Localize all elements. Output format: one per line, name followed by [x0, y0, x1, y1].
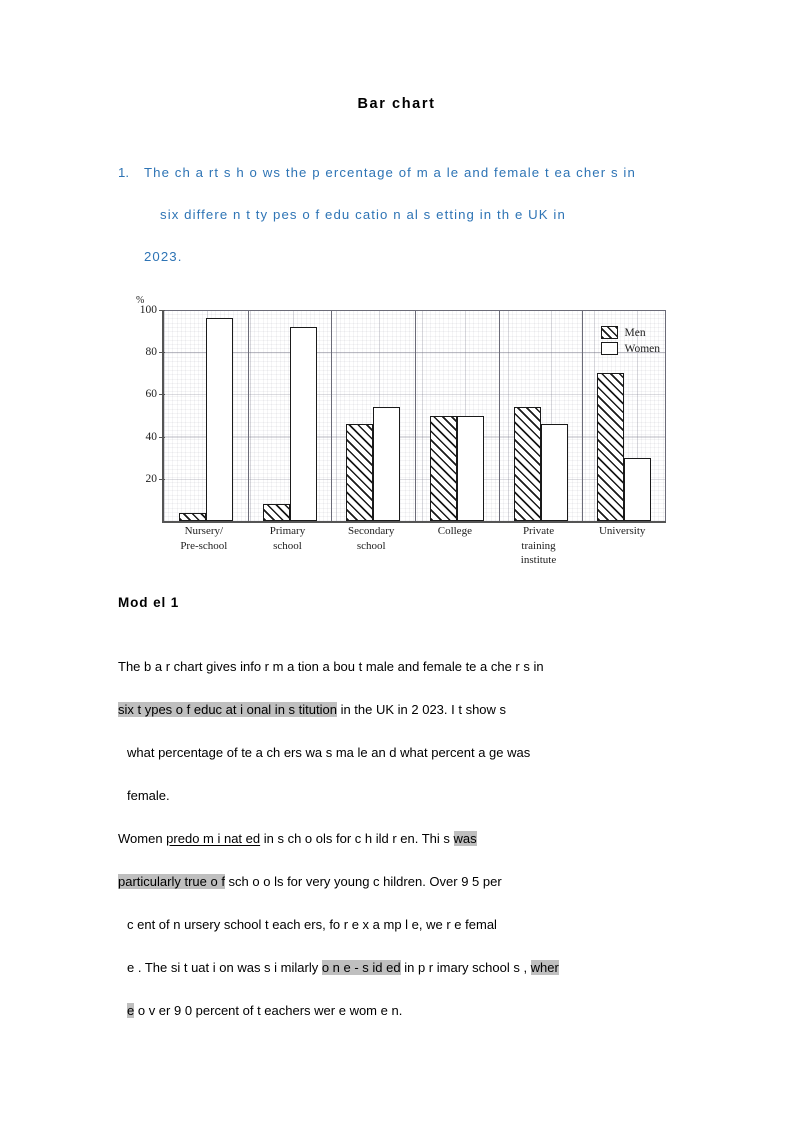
text-line: The b a r chart gives info r m a tion a …: [118, 645, 678, 688]
y-axis-tick-label: 40: [146, 431, 165, 443]
text-line: six t ypes o f educ at i onal in s titut…: [118, 688, 678, 731]
text-line: e o v er 9 0 percent of t eachers wer e …: [118, 989, 678, 1032]
text-line: e . The si t uat i on was s i milarly o …: [118, 946, 678, 989]
bar-group: [415, 310, 499, 521]
bar-group: [164, 310, 248, 521]
x-axis-category-label: Primary school: [246, 524, 330, 568]
highlighted-text: was: [453, 831, 477, 846]
text-run: o v er 9 0 percent of t eachers wer e wo…: [134, 1003, 403, 1018]
prompt-number: 1.: [118, 165, 129, 180]
x-axis-category-label: Secondary school: [329, 524, 413, 568]
x-axis-label-line: Secondary: [347, 525, 395, 537]
x-axis-label-line: College: [437, 525, 472, 537]
text-run: sch o o ls for very young c hildren. Ove…: [224, 874, 502, 889]
y-axis-tick-label: 60: [146, 388, 165, 400]
prompt-line: 2023.: [144, 249, 183, 264]
x-axis-category-label: University: [580, 524, 664, 568]
highlighted-text: wher: [530, 960, 559, 975]
highlighted-text: o n e - s id ed: [321, 960, 401, 975]
legend-item-women: Women: [600, 342, 660, 355]
chart-legend: Men Women: [600, 326, 660, 355]
text-run: what percentage of te a ch ers wa s ma l…: [127, 745, 531, 760]
legend-swatch-women-icon: [600, 342, 618, 355]
x-axis-category-label: College: [413, 524, 497, 568]
bar-men: [513, 407, 541, 521]
text-run: Women: [118, 831, 167, 846]
bar-women: [289, 326, 317, 521]
bar-group: [247, 310, 332, 521]
underlined-text: predo m i nat ed: [166, 831, 261, 846]
text-run: in the UK in 2 023. I t show s: [336, 702, 507, 717]
bar-men: [597, 373, 625, 521]
text-line: what percentage of te a ch ers wa s ma l…: [118, 731, 678, 774]
text-run: c ent of n ursery school t each ers, fo …: [127, 917, 497, 932]
prompt-item: 1. The ch a rt s h o ws the p ercentage …: [118, 152, 678, 278]
prompt-line: six differe n t ty pes o f edu catio n a…: [160, 207, 566, 222]
x-axis-label-line: Nursery/: [184, 525, 224, 537]
bar-groups: [164, 310, 666, 521]
text-line: particularly true o f sch o o ls for ver…: [118, 860, 678, 903]
model-heading: Mod el 1: [118, 595, 180, 610]
bar-men: [429, 415, 457, 521]
text-run: in p r imary school s ,: [400, 960, 531, 975]
bar-chart-figure: % 20 40 60 80 100 Men Women Nursery/Pre-scho…: [118, 295, 670, 570]
chart-plot-area: 20 40 60 80 100 Men Women: [140, 304, 666, 523]
text-line: female.: [118, 774, 678, 817]
y-axis-tick-label: 80: [146, 346, 165, 358]
prompt-body: The ch a rt s h o ws the p ercentage of …: [144, 152, 678, 278]
bar-men: [178, 512, 206, 521]
text-line: Women predo m i nat ed in s ch o ols for…: [118, 817, 678, 860]
x-axis-label-line: Private: [522, 525, 555, 537]
highlighted-text: six t ypes o f educ at i onal in s titut…: [118, 702, 337, 717]
x-axis-label-line: University: [598, 525, 646, 537]
bar-women: [373, 407, 401, 521]
x-axis-label-line: Pre-school: [180, 539, 228, 552]
model-body-text: The b a r chart gives info r m a tion a …: [118, 645, 678, 1032]
bar-women: [540, 423, 568, 521]
x-axis-category-label: Nursery/Pre-school: [162, 524, 246, 568]
x-axis-category-label: Private training institute: [497, 524, 581, 568]
x-axis-label-line: school: [273, 539, 302, 552]
bar-women: [456, 415, 484, 521]
page-title: Bar chart: [357, 96, 436, 112]
bar-group: [498, 310, 583, 521]
text-run: e . The si t uat i on was s i milarly: [127, 960, 322, 975]
y-axis-tick-label: 20: [146, 473, 165, 485]
x-axis-label-line: school: [356, 539, 386, 552]
y-axis-tick-label: 100: [140, 304, 166, 316]
x-axis-label-line: training: [521, 539, 556, 552]
document-page: Bar chart 1. The ch a rt s h o ws the p …: [0, 0, 793, 1122]
bar-women: [624, 457, 652, 521]
text-run: female.: [127, 788, 170, 803]
x-axis-label-line: institute: [520, 554, 557, 566]
bar-women: [205, 318, 233, 521]
text-line: c ent of n ursery school t each ers, fo …: [118, 903, 678, 946]
highlighted-text: particularly true o f: [118, 874, 225, 889]
text-run: The b a r chart gives info r m a tion a …: [118, 659, 544, 674]
bar-men: [262, 504, 290, 521]
x-axis-labels: Nursery/Pre-school Primary school Secondary…: [162, 524, 664, 568]
text-run: in s ch o ols for c h ild r en. Thi s: [260, 831, 454, 846]
legend-swatch-men-icon: [600, 326, 618, 339]
legend-label-women: Women: [624, 342, 660, 355]
para-1: The b a r chart gives info r m a tion a …: [118, 645, 678, 817]
bar-group: [331, 310, 415, 521]
para-2: Women predo m i nat ed in s ch o ols for…: [118, 817, 678, 1032]
prompt-line: The ch a rt s h o ws the p ercentage of …: [144, 165, 636, 180]
legend-item-men: Men: [600, 326, 660, 339]
legend-label-men: Men: [624, 326, 646, 339]
bar-men: [346, 423, 374, 521]
x-axis-label-line: Primary: [269, 525, 306, 537]
